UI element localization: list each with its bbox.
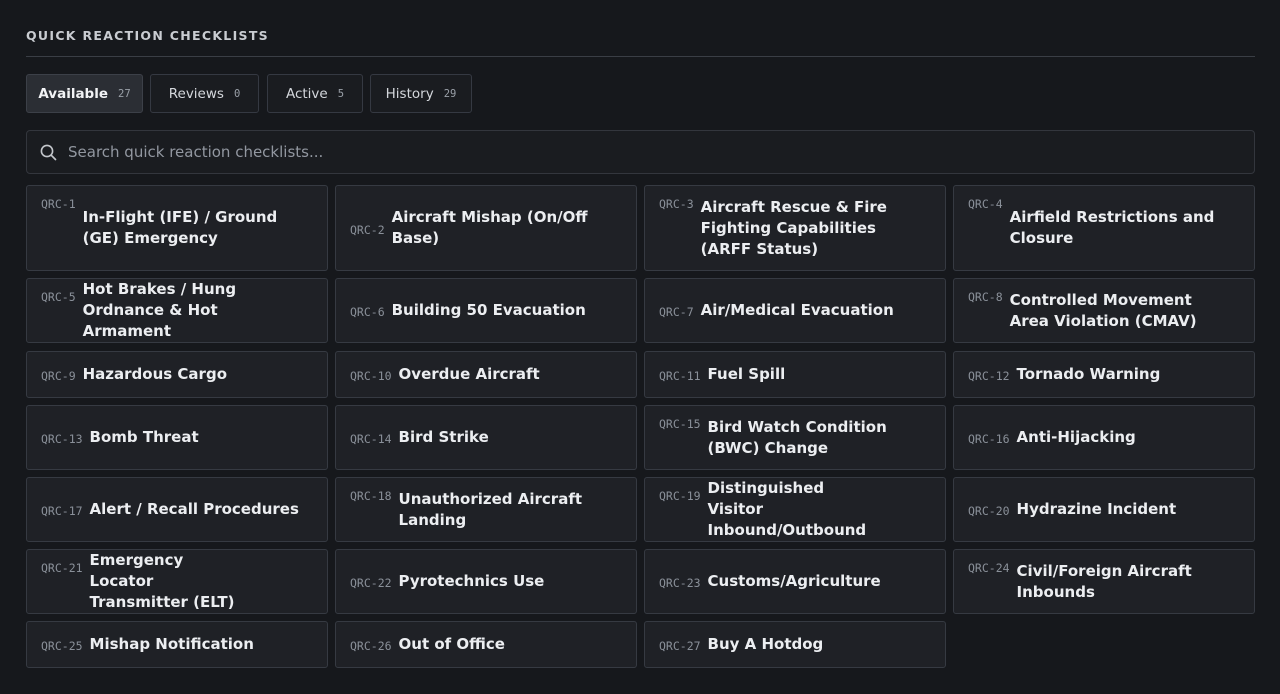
tab-label: Available (38, 85, 109, 102)
tab-reviews[interactable]: Reviews 0 (150, 74, 259, 113)
checklist-code: QRC-11 (659, 369, 701, 383)
tab-count: 27 (118, 87, 131, 100)
checklist-code: QRC-3 (659, 197, 694, 211)
checklist-code: QRC-1 (41, 197, 76, 211)
checklist-card[interactable]: QRC-24 Civil/Foreign Aircraft Inbounds (953, 549, 1255, 614)
tab-active[interactable]: Active 5 (267, 74, 363, 113)
checklist-card[interactable]: QRC-2 Aircraft Mishap (On/Off Base) (335, 185, 637, 271)
checklist-card[interactable]: QRC-4 Airfield Restrictions and Closure (953, 185, 1255, 271)
checklist-card[interactable]: QRC-15 Bird Watch Condition (BWC) Change (644, 405, 946, 470)
checklist-card[interactable]: QRC-16 Anti-Hijacking (953, 405, 1255, 470)
tab-label: Reviews (168, 85, 224, 102)
checklist-code: QRC-25 (41, 639, 83, 653)
checklist-title: Bomb Threat (89, 428, 199, 446)
checklist-card[interactable]: QRC-12 Tornado Warning (953, 351, 1255, 398)
checklist-code: QRC-16 (968, 432, 1010, 446)
checklist-card[interactable]: QRC-25 Mishap Notification (26, 621, 328, 668)
checklist-card[interactable]: QRC-20 Hydrazine Incident (953, 477, 1255, 542)
checklist-code: QRC-27 (659, 639, 701, 653)
checklist-code: QRC-7 (659, 305, 694, 319)
checklist-card[interactable]: QRC-8 Controlled Movement Area Violation … (953, 278, 1255, 343)
checklist-title: Buy A Hotdog (707, 635, 824, 653)
checklist-code: QRC-13 (41, 432, 83, 446)
checklist-title: Alert / Recall Procedures (89, 500, 299, 518)
checklist-title: Hydrazine Incident (1016, 500, 1177, 518)
checklist-card[interactable]: QRC-3 Aircraft Rescue & Fire Fighting Cap… (644, 185, 946, 271)
tab-count: 0 (233, 87, 241, 100)
search-bar (26, 130, 1255, 174)
checklist-code: QRC-9 (41, 369, 76, 383)
checklist-title: Unauthorized Aircraft Landing (398, 489, 583, 529)
checklist-card[interactable]: QRC-10 Overdue Aircraft (335, 351, 637, 398)
checklist-title: Overdue Aircraft (398, 365, 540, 383)
checklist-title: Pyrotechnics Use (398, 572, 545, 590)
checklist-code: QRC-23 (659, 576, 701, 590)
checklist-card[interactable]: QRC-17 Alert / Recall Procedures (26, 477, 328, 542)
checklist-code: QRC-18 (350, 489, 392, 503)
checklist-title: Distinguished Visitor Inbound/Outbound (707, 479, 867, 539)
checklist-title: Mishap Notification (89, 635, 254, 653)
checklist-title: Building 50 Evacuation (391, 301, 586, 319)
checklist-title: Aircraft Rescue & Fire Fighting Capabili… (700, 197, 887, 258)
checklist-title: Customs/Agriculture (707, 572, 881, 590)
checklist-card[interactable]: QRC-1 In-Flight (IFE) / Ground (GE) Emerg… (26, 185, 328, 271)
checklist-code: QRC-14 (350, 432, 392, 446)
checklist-card[interactable]: QRC-6 Building 50 Evacuation (335, 278, 637, 343)
checklist-title: Bird Watch Condition (BWC) Change (707, 417, 887, 457)
checklist-title: Bird Strike (398, 428, 489, 446)
checklist-card[interactable]: QRC-13 Bomb Threat (26, 405, 328, 470)
tab-history[interactable]: History 29 (370, 74, 472, 113)
checklist-code: QRC-5 (41, 290, 76, 304)
checklist-code: QRC-20 (968, 504, 1010, 518)
checklist-card[interactable]: QRC-26 Out of Office (335, 621, 637, 668)
checklist-card[interactable]: QRC-27 Buy A Hotdog (644, 621, 946, 668)
checklist-card[interactable]: QRC-23 Customs/Agriculture (644, 549, 946, 614)
checklist-title: Anti-Hijacking (1016, 428, 1136, 446)
checklist-title: Airfield Restrictions and Closure (1009, 208, 1215, 247)
checklist-code: QRC-12 (968, 369, 1010, 383)
checklist-card[interactable]: QRC-22 Pyrotechnics Use (335, 549, 637, 614)
page-title: QUICK REACTION CHECKLISTS (26, 28, 269, 43)
checklist-title: In-Flight (IFE) / Ground (GE) Emergency (82, 208, 278, 247)
checklist-code: QRC-4 (968, 197, 1003, 211)
checklist-code: QRC-6 (350, 305, 385, 319)
checklist-title: Hazardous Cargo (82, 365, 227, 383)
checklist-title: Fuel Spill (707, 365, 786, 383)
checklist-code: QRC-8 (968, 290, 1003, 304)
checklist-title: Tornado Warning (1016, 365, 1161, 383)
checklist-title: Controlled Movement Area Violation (CMAV… (1009, 290, 1197, 330)
checklist-card[interactable]: QRC-21 Emergency Locator Transmitter (ELT… (26, 549, 328, 614)
checklist-title: Civil/Foreign Aircraft Inbounds (1016, 561, 1192, 601)
checklist-code: QRC-19 (659, 489, 701, 503)
checklist-code: QRC-22 (350, 576, 392, 590)
checklist-card[interactable]: QRC-11 Fuel Spill (644, 351, 946, 398)
checklist-code: QRC-10 (350, 369, 392, 383)
checklist-title: Emergency Locator Transmitter (ELT) (89, 551, 235, 611)
checklist-code: QRC-2 (350, 222, 385, 237)
checklist-title: Hot Brakes / Hung Ordnance & Hot Armamen… (82, 280, 237, 340)
checklist-card[interactable]: QRC-7 Air/Medical Evacuation (644, 278, 946, 343)
checklist-title: Air/Medical Evacuation (700, 301, 894, 319)
checklist-title: Out of Office (398, 635, 505, 653)
search-icon (28, 130, 68, 174)
tab-count: 29 (443, 87, 457, 100)
checklist-code: QRC-17 (41, 504, 83, 518)
checklist-card[interactable]: QRC-19 Distinguished Visitor Inbound/Outb… (644, 477, 946, 542)
tab-available[interactable]: Available 27 (26, 74, 143, 113)
tab-label: Active (285, 85, 328, 102)
checklist-code: QRC-15 (659, 417, 701, 431)
tab-count: 5 (337, 87, 345, 100)
checklist-code: QRC-26 (350, 639, 392, 653)
checklist-card[interactable]: QRC-9 Hazardous Cargo (26, 351, 328, 398)
checklist-code: QRC-24 (968, 561, 1010, 575)
search-input[interactable] (68, 131, 1254, 173)
checklist-card[interactable]: QRC-18 Unauthorized Aircraft Landing (335, 477, 637, 542)
section-header: QUICK REACTION CHECKLISTS (26, 28, 1255, 57)
checklist-title: Aircraft Mishap (On/Off Base) (391, 208, 588, 247)
checklist-card[interactable]: QRC-5 Hot Brakes / Hung Ordnance & Hot Ar… (26, 278, 328, 343)
checklist-card[interactable]: QRC-14 Bird Strike (335, 405, 637, 470)
checklist-code: QRC-21 (41, 561, 83, 575)
tab-label: History (385, 85, 434, 102)
